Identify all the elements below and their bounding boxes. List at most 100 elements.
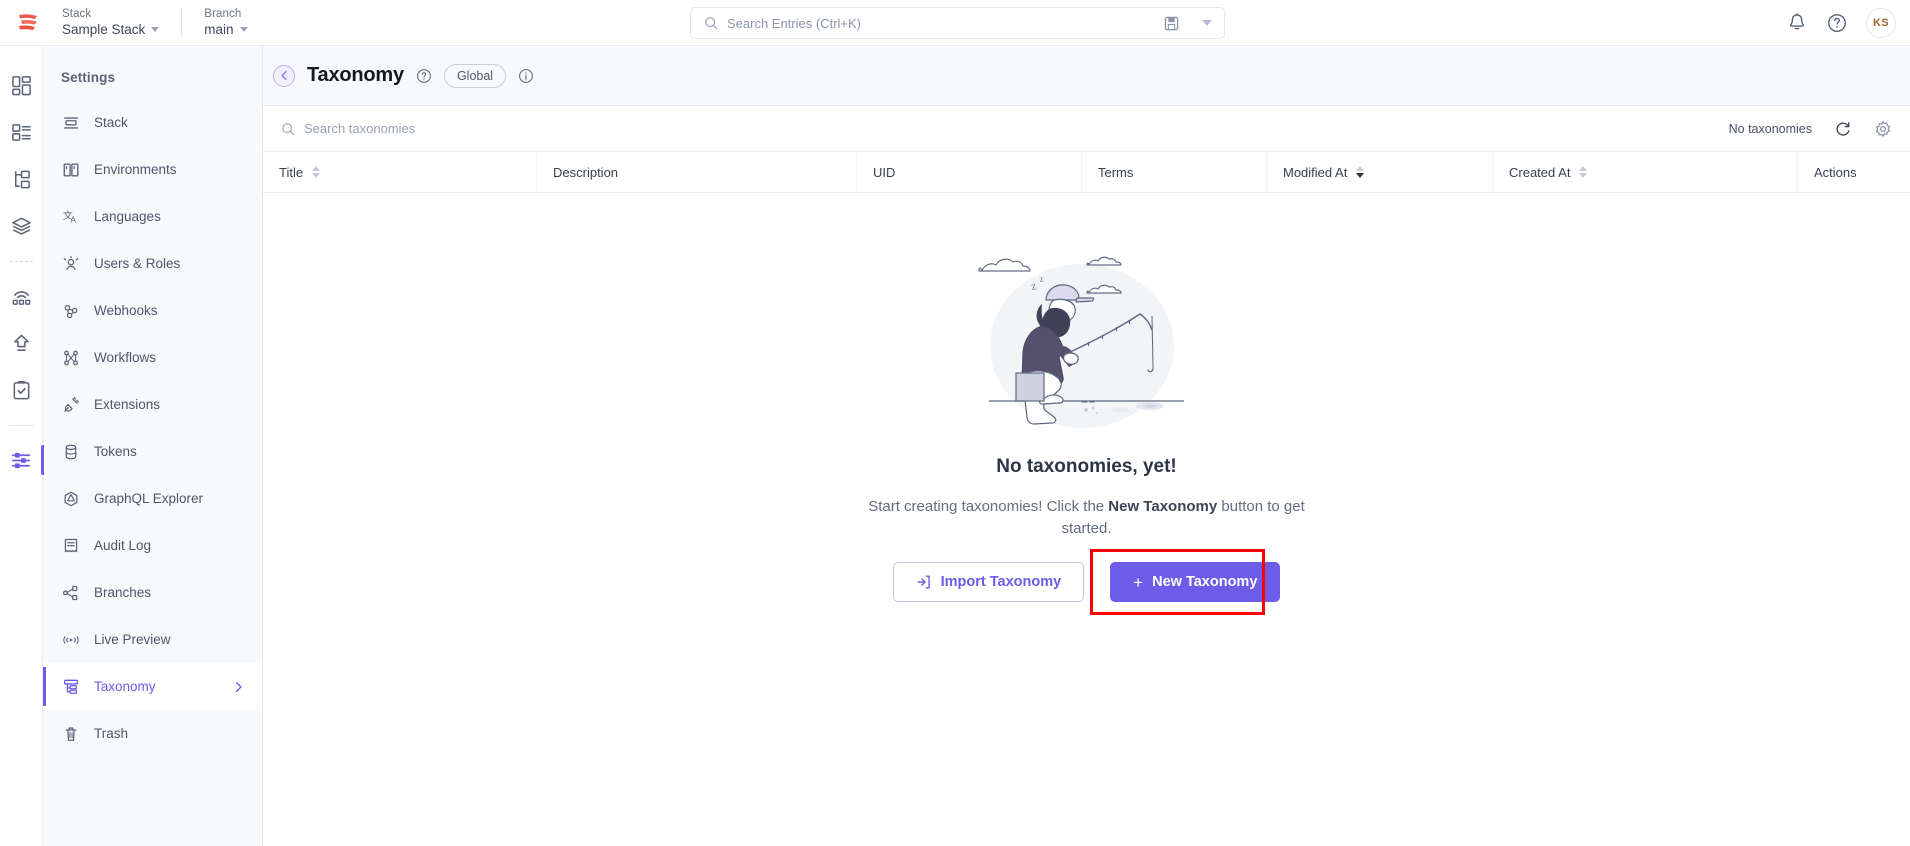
top-bar-actions: KS [1786,0,1896,46]
scope-badge[interactable]: Global [443,63,507,88]
trash-icon [61,724,80,743]
taxonomy-search-input[interactable]: Search taxonomies [304,121,415,136]
sidebar-item-label: GraphQL Explorer [94,491,204,506]
import-arrow-icon [917,575,930,589]
sidebar-item-tokens[interactable]: Tokens [43,428,262,475]
sidebar-item-label: Branches [94,585,152,600]
rail-item-settings[interactable] [0,437,44,484]
toolbar-actions: No taxonomies [1729,120,1892,138]
app-icon-rail [0,46,44,846]
chevron-down-icon [151,27,160,32]
search-input[interactable]: Search Entries (Ctrl+K) [727,16,1155,31]
sidebar-item-trash[interactable]: Trash [43,710,262,757]
column-label: Description [553,164,619,180]
graphql-icon [61,489,80,508]
live-preview-icon [61,630,80,649]
rail-item-modular-blocks[interactable] [0,156,43,203]
chevron-down-icon[interactable] [1202,20,1212,26]
dashboard-grid-icon [11,76,31,96]
new-taxonomy-label: New Taxonomy [1152,574,1258,590]
sort-toggle[interactable] [1579,166,1588,178]
languages-icon: 文 A [61,207,80,226]
stack-branch-context: Stack Sample Stack Branch main [56,0,270,46]
taxonomy-search[interactable]: Search taxonomies [281,121,1729,136]
rail-item-releases[interactable] [0,320,43,367]
rail-item-live-preview[interactable] [0,273,43,320]
branch-value-text: main [204,22,234,37]
column-header-actions: Actions [1798,152,1910,192]
sidebar-item-graphql-explorer[interactable]: GraphQL Explorer [43,475,262,522]
branches-icon [61,583,80,602]
column-label: Terms [1098,164,1134,180]
branch-selector[interactable]: Branch main [198,8,269,38]
column-label: Title [279,164,304,180]
column-header-modified-at[interactable]: Modified At [1267,152,1493,192]
svg-text:A: A [70,215,76,224]
info-circle-icon[interactable] [518,68,534,84]
audit-log-icon [61,536,80,555]
column-header-title[interactable]: Title [263,152,537,192]
sort-toggle[interactable] [312,166,321,178]
column-label: Created At [1509,164,1571,180]
avatar[interactable]: KS [1866,8,1896,38]
stack-value: Sample Stack [62,21,160,38]
sidebar-item-live-preview[interactable]: Live Preview [43,616,262,663]
publish-upload-icon [13,334,29,352]
sidebar-item-webhooks[interactable]: Webhooks [43,287,262,334]
sort-toggle[interactable] [1356,166,1365,178]
stack-selector[interactable]: Stack Sample Stack [56,7,183,38]
sidebar-item-environments[interactable]: Environments [43,146,262,193]
sidebar-item-taxonomy[interactable]: Taxonomy [43,663,262,710]
users-roles-icon [61,254,80,273]
back-button[interactable] [273,64,295,87]
rail-item-dashboard[interactable] [0,62,43,109]
rail-item-content-types[interactable] [0,109,43,156]
column-header-created-at[interactable]: Created At [1493,152,1798,192]
question-circle-icon[interactable] [1826,12,1848,34]
chevron-right-icon[interactable] [232,680,245,693]
sidebar-item-audit-log[interactable]: Audit Log [43,522,262,569]
chevron-down-icon [239,27,248,32]
sidebar-item-label: Extensions [94,397,161,412]
search-icon [705,17,718,30]
save-disk-icon[interactable] [1164,16,1179,31]
chevron-left-circle-icon [280,70,287,81]
extensions-plug-icon [61,395,80,414]
empty-body-strong: New Taxonomy [1108,498,1218,515]
sidebar-item-workflows[interactable]: Workflows [43,334,262,381]
sidebar-item-label: Users & Roles [94,256,181,271]
sidebar-item-label: Audit Log [94,538,152,553]
empty-body-prefix: Start creating taxonomies! Click the [868,498,1109,515]
empty-state-heading: No taxonomies, yet! [996,456,1177,477]
column-header-description: Description [537,152,857,192]
rail-item-assets[interactable] [0,203,43,250]
bell-icon[interactable] [1786,12,1808,34]
rail-divider [9,261,33,262]
sidebar-item-users-roles[interactable]: Users & Roles [43,240,262,287]
stack-value-text: Sample Stack [62,22,146,37]
column-label: Modified At [1283,164,1348,180]
contentstack-logo-icon[interactable] [0,0,56,46]
sidebar-item-branches[interactable]: Branches [43,569,262,616]
question-circle-icon[interactable] [416,68,432,84]
sidebar-item-extensions[interactable]: Extensions [43,381,262,428]
global-search[interactable]: Search Entries (Ctrl+K) [690,7,1225,39]
import-taxonomy-button[interactable]: Import Taxonomy [892,562,1085,602]
page-header: Taxonomy Global [263,46,1910,106]
sidebar-item-label: Environments [94,162,177,177]
new-taxonomy-button[interactable]: + New Taxonomy [1110,562,1281,602]
search-icon [282,122,295,135]
sidebar-item-languages[interactable]: 文 A Languages [43,193,262,240]
empty-state-actions: Import Taxonomy + New Taxonomy [892,549,1281,615]
main-content: Taxonomy Global Search taxonomies No tax… [263,46,1910,846]
column-label: UID [873,164,896,180]
refresh-icon[interactable] [1834,120,1852,138]
gear-icon[interactable] [1874,120,1892,138]
rail-item-tasks[interactable] [0,367,43,414]
taxonomy-icon [61,677,80,696]
empty-state-body: Start creating taxonomies! Click the New… [857,496,1317,540]
column-header-terms: Terms [1082,152,1267,192]
sidebar-item-label: Trash [94,726,129,741]
sidebar-item-label: Tokens [94,444,137,459]
sidebar-item-stack[interactable]: Stack [43,99,262,146]
